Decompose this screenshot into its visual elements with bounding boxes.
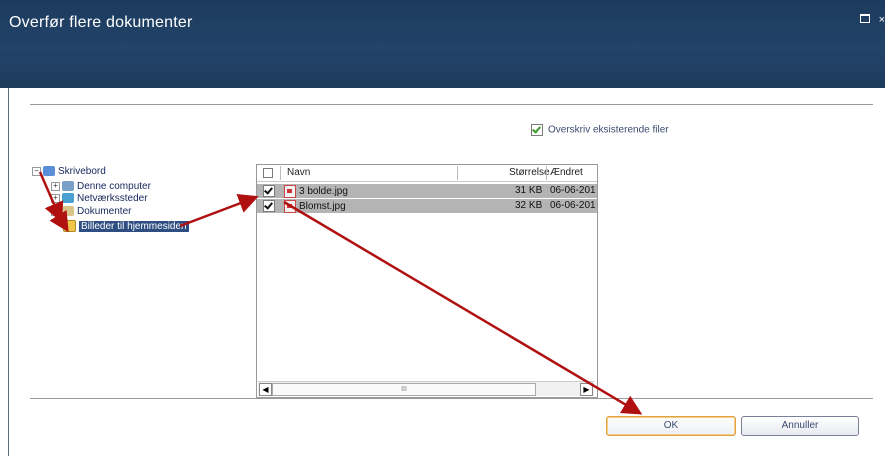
arrow-to-documents	[38, 171, 64, 223]
annotation-arrows	[38, 171, 643, 415]
arrow-to-ok-button	[283, 200, 643, 415]
arrow-to-file-list	[179, 193, 259, 228]
arrow-to-pictures-folder	[49, 209, 69, 233]
